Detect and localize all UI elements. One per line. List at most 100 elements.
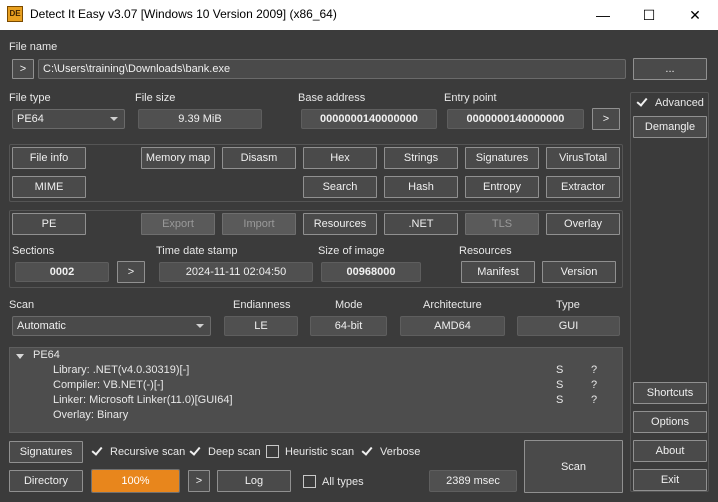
advanced-checkbox[interactable]: Advanced xyxy=(636,96,704,109)
resources-button[interactable]: Resources xyxy=(303,213,377,235)
recursive-scan-label: Recursive scan xyxy=(110,445,186,458)
entry-point-button[interactable]: > xyxy=(592,108,620,130)
net-button[interactable]: .NET xyxy=(384,213,458,235)
result-q[interactable]: ? xyxy=(591,379,597,391)
sections-button[interactable]: > xyxy=(117,261,145,283)
image-size-label: Size of image xyxy=(318,245,385,257)
heuristic-scan-checkbox[interactable]: Heuristic scan xyxy=(266,445,354,458)
timestamp-label: Time date stamp xyxy=(156,245,238,257)
options-button[interactable]: Options xyxy=(633,411,707,433)
about-button[interactable]: About xyxy=(633,440,707,462)
endianness-value: LE xyxy=(224,316,298,336)
image-size-value: 00968000 xyxy=(321,262,421,282)
base-address-value: 0000000140000000 xyxy=(301,109,437,129)
file-type-value: PE64 xyxy=(17,113,44,125)
version-button[interactable]: Version xyxy=(542,261,616,283)
mime-button[interactable]: MIME xyxy=(12,176,86,198)
scan-time-value: 2389 msec xyxy=(429,470,517,492)
check-icon xyxy=(91,445,104,458)
resources-label: Resources xyxy=(459,245,512,257)
virustotal-button[interactable]: VirusTotal xyxy=(546,147,620,169)
file-arrow-button[interactable]: > xyxy=(12,59,34,79)
file-info-button[interactable]: File info xyxy=(12,147,86,169)
maximize-button[interactable]: ☐ xyxy=(626,0,672,30)
progress-text: 100% xyxy=(121,475,150,487)
hex-button[interactable]: Hex xyxy=(303,147,377,169)
import-button[interactable]: Import xyxy=(222,213,296,235)
result-s[interactable]: S xyxy=(556,364,563,376)
architecture-label: Architecture xyxy=(423,299,482,311)
hash-button[interactable]: Hash xyxy=(384,176,458,198)
check-icon xyxy=(361,445,374,458)
directory-button[interactable]: Directory xyxy=(9,470,83,492)
heuristic-scan-label: Heuristic scan xyxy=(285,445,355,458)
deep-scan-checkbox[interactable]: Deep scan xyxy=(189,445,261,458)
browse-button[interactable]: ... xyxy=(633,58,707,80)
memory-map-button[interactable]: Memory map xyxy=(141,147,215,169)
file-size-label: File size xyxy=(135,92,176,104)
signatures-bottom-button[interactable]: Signatures xyxy=(9,441,83,463)
result-s[interactable]: S xyxy=(556,379,563,391)
result-item[interactable]: Library: .NET(v4.0.30319)[-] xyxy=(53,364,189,376)
entry-point-label: Entry point xyxy=(444,92,497,104)
scan-label: Scan xyxy=(9,299,35,311)
file-type-label: File type xyxy=(9,92,51,104)
disasm-button[interactable]: Disasm xyxy=(222,147,296,169)
result-item[interactable]: Linker: Microsoft Linker(11.0)[GUI64] xyxy=(53,394,233,406)
result-q[interactable]: ? xyxy=(591,364,597,376)
file-type-select[interactable]: PE64 xyxy=(12,109,125,129)
result-root[interactable]: PE64 xyxy=(33,349,60,361)
result-q[interactable]: ? xyxy=(591,394,597,406)
search-button[interactable]: Search xyxy=(303,176,377,198)
base-address-label: Base address xyxy=(298,92,366,104)
exit-button[interactable]: Exit xyxy=(633,469,707,491)
progress-arrow-button[interactable]: > xyxy=(188,470,210,492)
scan-mode-value: Automatic xyxy=(17,320,66,332)
strings-button[interactable]: Strings xyxy=(384,147,458,169)
scan-results-tree[interactable]: PE64 Library: .NET(v4.0.30319)[-] S ? Co… xyxy=(9,347,623,433)
endianness-label: Endianness xyxy=(233,299,291,311)
checkbox-icon xyxy=(266,445,279,458)
extractor-button[interactable]: Extractor xyxy=(546,176,620,198)
entry-point-value: 0000000140000000 xyxy=(447,109,584,129)
pe-button[interactable]: PE xyxy=(12,213,86,235)
mode-label: Mode xyxy=(335,299,363,311)
deep-scan-label: Deep scan xyxy=(208,445,261,458)
log-button[interactable]: Log xyxy=(217,470,291,492)
manifest-button[interactable]: Manifest xyxy=(461,261,535,283)
entropy-button[interactable]: Entropy xyxy=(465,176,539,198)
window-title: Detect It Easy v3.07 [Windows 10 Version… xyxy=(30,7,337,21)
scan-mode-select[interactable]: Automatic xyxy=(12,316,211,336)
sections-value: 0002 xyxy=(15,262,109,282)
signatures-button[interactable]: Signatures xyxy=(465,147,539,169)
verbose-label: Verbose xyxy=(380,445,421,458)
expand-arrow-icon[interactable] xyxy=(16,354,24,359)
close-button[interactable]: ✕ xyxy=(672,0,718,30)
overlay-button[interactable]: Overlay xyxy=(546,213,620,235)
file-path-input[interactable]: C:\Users\training\Downloads\bank.exe xyxy=(38,59,626,79)
result-item[interactable]: Compiler: VB.NET(-)[-] xyxy=(53,379,164,391)
chevron-down-icon xyxy=(110,117,118,121)
advanced-label: Advanced xyxy=(655,96,704,109)
all-types-checkbox[interactable]: All types xyxy=(303,475,364,488)
type-label: Type xyxy=(556,299,580,311)
progress-bar: 100% xyxy=(91,469,180,493)
chevron-down-icon xyxy=(196,324,204,328)
architecture-value: AMD64 xyxy=(400,316,505,336)
result-item[interactable]: Overlay: Binary xyxy=(53,409,128,421)
demangle-button[interactable]: Demangle xyxy=(633,116,707,138)
verbose-checkbox[interactable]: Verbose xyxy=(361,445,420,458)
file-size-value: 9.39 MiB xyxy=(138,109,262,129)
file-name-label: File name xyxy=(9,41,58,53)
scan-button[interactable]: Scan xyxy=(524,440,623,493)
shortcuts-button[interactable]: Shortcuts xyxy=(633,382,707,404)
export-button[interactable]: Export xyxy=(141,213,215,235)
timestamp-value: 2024-11-11 02:04:50 xyxy=(159,262,313,282)
sections-label: Sections xyxy=(12,245,55,257)
check-icon xyxy=(189,445,202,458)
checkbox-icon xyxy=(303,475,316,488)
recursive-scan-checkbox[interactable]: Recursive scan xyxy=(91,445,185,458)
minimize-button[interactable]: — xyxy=(580,0,626,30)
tls-button[interactable]: TLS xyxy=(465,213,539,235)
result-s[interactable]: S xyxy=(556,394,563,406)
